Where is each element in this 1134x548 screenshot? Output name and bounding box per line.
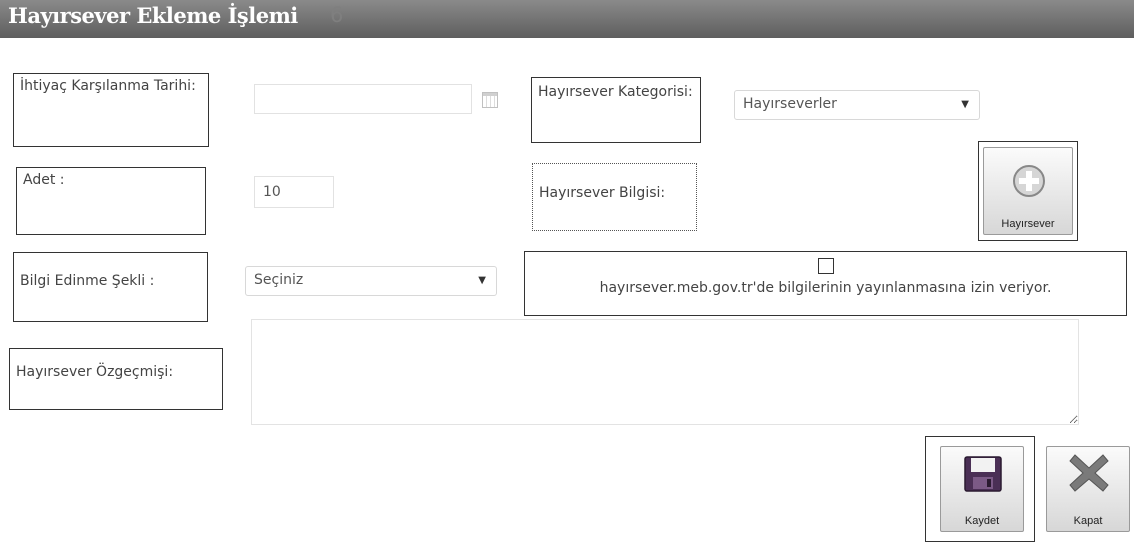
x-close-icon xyxy=(1069,454,1109,492)
info-method-label: Bilgi Edinme Şekli : xyxy=(13,252,208,322)
category-label: Hayırsever Kategorisi: xyxy=(531,77,701,143)
date-label: İhtiyaç Karşılanma Tarihi: xyxy=(13,73,209,147)
donor-info-label: Hayırsever Bilgisi: xyxy=(532,163,697,231)
info-method-selected-value: Seçiniz xyxy=(254,272,304,288)
floppy-disk-icon xyxy=(964,456,1002,492)
category-selected-value: Hayırseverler xyxy=(743,96,837,112)
resume-label: Hayırsever Özgeçmişi: xyxy=(9,348,223,410)
add-circle-icon xyxy=(1013,165,1045,197)
close-button[interactable]: Kapat xyxy=(1046,446,1130,532)
calendar-icon[interactable] xyxy=(482,92,498,108)
quantity-label: Adet : xyxy=(16,167,206,235)
save-button-label: Kaydet xyxy=(964,515,1000,527)
resume-textarea[interactable] xyxy=(251,319,1079,425)
date-input[interactable] xyxy=(254,84,472,114)
publish-consent-box: hayırsever.meb.gov.tr'de bilgilerinin ya… xyxy=(524,251,1127,316)
title-bar: Hayırsever Ekleme İşlemi 6 xyxy=(0,0,1134,38)
info-method-select[interactable]: Seçiniz ▼ xyxy=(245,266,497,296)
chevron-down-icon: ▼ xyxy=(961,99,969,110)
publish-consent-checkbox[interactable] xyxy=(817,258,834,274)
donor-button-label: Hayırsever xyxy=(1001,218,1055,230)
close-button-label: Kapat xyxy=(1073,515,1103,527)
category-select[interactable]: Hayırseverler ▼ xyxy=(734,90,980,120)
quantity-input[interactable] xyxy=(254,176,334,208)
chevron-down-icon: ▼ xyxy=(478,275,486,286)
window-title-number: 6 xyxy=(330,3,344,27)
window-title: Hayırsever Ekleme İşlemi xyxy=(8,3,298,28)
save-button[interactable]: Kaydet xyxy=(940,446,1024,532)
publish-consent-label: hayırsever.meb.gov.tr'de bilgilerinin ya… xyxy=(599,280,1052,296)
donor-add-button[interactable]: Hayırsever xyxy=(983,147,1073,235)
